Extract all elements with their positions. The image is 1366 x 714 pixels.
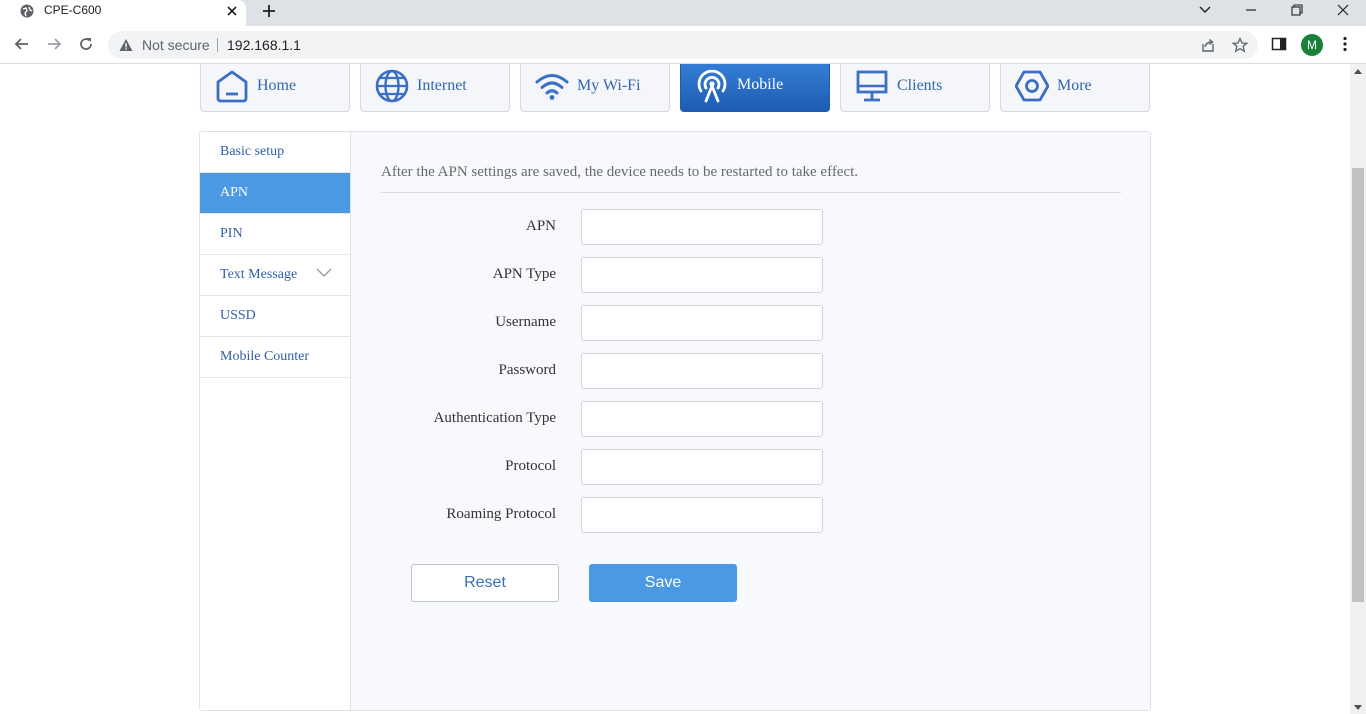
password-field-row: Password — [351, 353, 1150, 389]
apn-field-row: APN — [351, 209, 1150, 245]
nav-mobile-label: Mobile — [737, 76, 784, 93]
sidebar-item-label: PIN — [220, 226, 243, 241]
security-status-label[interactable]: Not secure — [142, 37, 210, 53]
scrollbar-thumb[interactable] — [1352, 168, 1364, 602]
restore-button[interactable] — [1274, 0, 1320, 20]
authentication-type-label: Authentication Type — [433, 410, 556, 426]
share-icon[interactable] — [1200, 37, 1216, 53]
nav-more[interactable]: More — [1000, 64, 1150, 112]
username-label: Username — [495, 314, 556, 330]
close-window-button[interactable] — [1320, 0, 1366, 20]
main-nav: Home Internet My Wi-Fi Mobile Clients Mo… — [200, 64, 1150, 112]
sidebar-item-apn[interactable]: APN — [200, 173, 350, 214]
new-tab-icon[interactable] — [260, 2, 278, 20]
sidebar-item-label: APN — [220, 185, 249, 200]
address-divider — [217, 38, 218, 52]
sidebar-item-basic-setup[interactable]: Basic setup — [200, 132, 350, 173]
apn-label: APN — [525, 218, 556, 234]
minimize-icon — [1246, 9, 1256, 11]
save-button[interactable]: Save — [589, 564, 737, 602]
username-field-row: Username — [351, 305, 1150, 341]
divider — [381, 192, 1121, 193]
apn-type-field-row: APN Type — [351, 257, 1150, 293]
nav-clients-label: Clients — [897, 77, 943, 94]
sidebar-item-mobile-counter[interactable]: Mobile Counter — [200, 337, 350, 378]
reload-icon[interactable] — [77, 35, 95, 53]
nav-my-wifi[interactable]: My Wi-Fi — [520, 64, 670, 112]
close-icon — [1337, 4, 1349, 16]
warning-triangle-icon[interactable] — [119, 38, 133, 52]
roaming-protocol-label: Roaming Protocol — [446, 506, 556, 522]
chevron-down-icon — [1199, 6, 1211, 13]
sidebar-item-label: Text Message — [220, 267, 298, 282]
scroll-down-arrow-icon[interactable] — [1354, 705, 1362, 710]
protocol-label: Protocol — [505, 458, 556, 474]
sidebar-item-pin[interactable]: PIN — [200, 214, 350, 255]
browser-tab[interactable]: CPE-C600 — [0, 0, 246, 26]
sidebar-item-text-message[interactable]: Text Message — [200, 255, 350, 296]
settings-panel: Basic setup APN PIN Text Message USSD Mo… — [199, 131, 1151, 711]
apn-notice-text: After the APN settings are saved, the de… — [381, 164, 859, 180]
antenna-icon — [697, 69, 727, 103]
password-label: Password — [498, 362, 556, 378]
scroll-up-arrow-icon[interactable] — [1354, 69, 1362, 74]
apn-input[interactable] — [581, 209, 823, 245]
page-scrollbar[interactable] — [1350, 64, 1366, 714]
wifi-icon — [535, 74, 569, 100]
address-bar[interactable]: Not secure 192.168.1.1 — [108, 31, 1258, 59]
roaming-protocol-input[interactable] — [581, 497, 823, 533]
protocol-input[interactable] — [581, 449, 823, 485]
hexagon-gear-icon — [1015, 70, 1049, 102]
forward-arrow-icon[interactable] — [45, 35, 63, 53]
sidebar-item-label: Basic setup — [220, 144, 285, 159]
browser-toolbar: Not secure 192.168.1.1 M — [0, 26, 1366, 64]
password-input[interactable] — [581, 353, 823, 389]
side-panel-icon[interactable] — [1270, 35, 1288, 53]
home-icon — [216, 70, 248, 103]
apn-type-label: APN Type — [492, 266, 556, 282]
url-text[interactable]: 192.168.1.1 — [227, 37, 301, 53]
nav-internet[interactable]: Internet — [360, 64, 510, 112]
profile-avatar[interactable]: M — [1301, 34, 1323, 56]
authentication-type-input[interactable] — [581, 401, 823, 437]
chevron-down-icon[interactable] — [316, 267, 332, 279]
sidebar-item-label: USSD — [220, 308, 256, 323]
back-arrow-icon[interactable] — [13, 35, 31, 53]
globe-icon — [375, 69, 409, 103]
nav-home-label: Home — [257, 77, 297, 94]
nav-clients[interactable]: Clients — [840, 64, 990, 112]
sidebar-menu: Basic setup APN PIN Text Message USSD Mo… — [200, 132, 351, 710]
minimize-button[interactable] — [1228, 0, 1274, 20]
page-viewport: Home Internet My Wi-Fi Mobile Clients Mo… — [0, 64, 1350, 714]
bookmark-star-icon[interactable] — [1232, 37, 1248, 53]
nav-mobile[interactable]: Mobile — [680, 64, 830, 112]
roaming-protocol-field-row: Roaming Protocol — [351, 497, 1150, 533]
close-tab-icon[interactable] — [224, 3, 240, 19]
protocol-field-row: Protocol — [351, 449, 1150, 485]
authentication-type-field-row: Authentication Type — [351, 401, 1150, 437]
nav-home[interactable]: Home — [200, 64, 350, 112]
tab-title: CPE-C600 — [44, 3, 102, 17]
username-input[interactable] — [581, 305, 823, 341]
restore-icon — [1291, 4, 1303, 16]
reset-button[interactable]: Reset — [411, 564, 559, 602]
apn-type-input[interactable] — [581, 257, 823, 293]
sidebar-item-ussd[interactable]: USSD — [200, 296, 350, 337]
sidebar-item-label: Mobile Counter — [220, 349, 310, 364]
nav-internet-label: Internet — [417, 77, 467, 94]
monitor-icon — [856, 70, 888, 102]
nav-more-label: More — [1057, 77, 1092, 94]
browser-tab-strip: CPE-C600 — [0, 0, 1366, 26]
apn-settings-content: After the APN settings are saved, the de… — [351, 132, 1150, 710]
nav-my-wifi-label: My Wi-Fi — [577, 77, 641, 94]
globe-favicon-icon — [20, 4, 34, 18]
tab-search-button[interactable] — [1182, 0, 1228, 20]
menu-kebab-icon[interactable] — [1336, 35, 1354, 53]
